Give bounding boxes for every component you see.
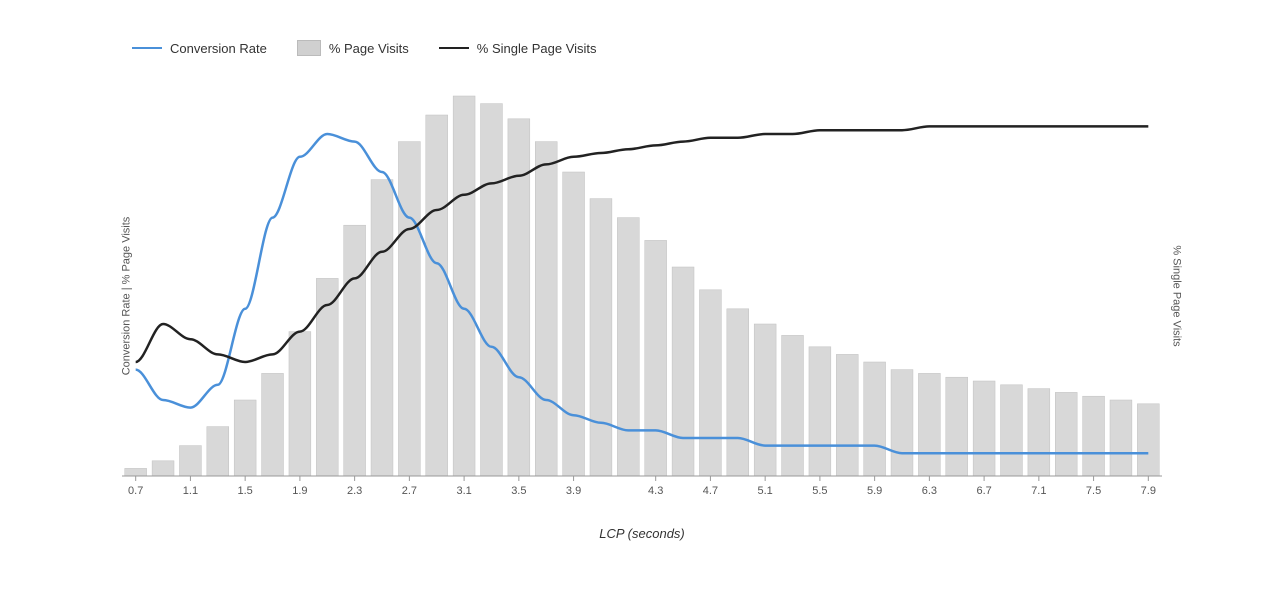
- svg-text:2.7: 2.7: [402, 485, 417, 497]
- svg-text:0.7: 0.7: [128, 485, 143, 497]
- svg-text:5.9: 5.9: [867, 485, 882, 497]
- svg-text:7.9: 7.9: [1141, 485, 1156, 497]
- svg-text:3.5: 3.5: [511, 485, 526, 497]
- legend-label-single-page-visits: % Single Page Visits: [477, 41, 597, 56]
- svg-text:3.1: 3.1: [456, 485, 471, 497]
- legend-line-black: [439, 47, 469, 49]
- svg-text:3.9: 3.9: [566, 485, 581, 497]
- svg-text:2.3: 2.3: [347, 485, 362, 497]
- svg-text:4.3: 4.3: [648, 485, 663, 497]
- svg-text:1.1: 1.1: [183, 485, 198, 497]
- legend-page-visits: % Page Visits: [297, 40, 409, 56]
- y-axis-right-label: % Single Page Visits: [1170, 245, 1182, 346]
- x-axis-label: LCP (seconds): [112, 526, 1172, 541]
- legend-label-page-visits: % Page Visits: [329, 41, 409, 56]
- legend-label-conversion-rate: Conversion Rate: [170, 41, 267, 56]
- svg-text:5.5: 5.5: [812, 485, 827, 497]
- svg-text:6.3: 6.3: [922, 485, 937, 497]
- svg-text:7.5: 7.5: [1086, 485, 1101, 497]
- chart-container: Conversion Rate % Page Visits % Single P…: [32, 20, 1232, 590]
- chart-area: Conversion Rate | % Page Visits % Single…: [112, 76, 1172, 516]
- svg-text:6.7: 6.7: [976, 485, 991, 497]
- legend-conversion-rate: Conversion Rate: [132, 41, 267, 56]
- legend-bar-box: [297, 40, 321, 56]
- y-axis-left-label: Conversion Rate | % Page Visits: [120, 217, 132, 376]
- svg-text:7.1: 7.1: [1031, 485, 1046, 497]
- chart-svg: 0.7 1.1 1.5 1.9 2.3 2.7 3.1 3.5 3.9 4.3 4.7 5.1 5.5 5…: [112, 76, 1172, 516]
- legend-line-blue: [132, 47, 162, 49]
- svg-text:4.7: 4.7: [703, 485, 718, 497]
- svg-text:5.1: 5.1: [758, 485, 773, 497]
- svg-text:1.5: 1.5: [238, 485, 253, 497]
- chart-legend: Conversion Rate % Page Visits % Single P…: [112, 40, 1172, 56]
- legend-single-page-visits: % Single Page Visits: [439, 41, 597, 56]
- svg-text:1.9: 1.9: [292, 485, 307, 497]
